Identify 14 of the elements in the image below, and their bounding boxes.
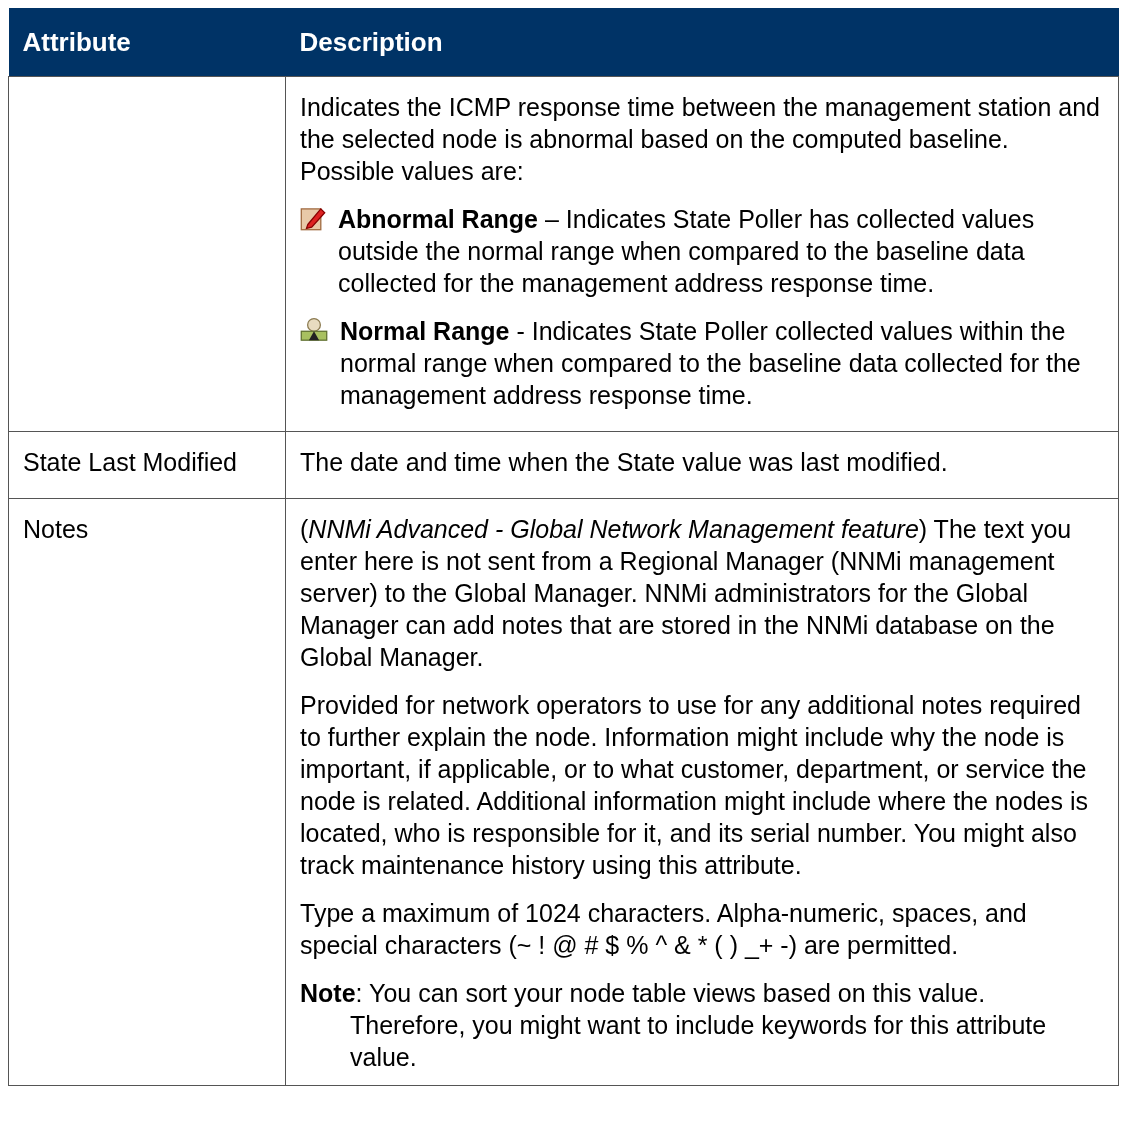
description-text: Indicates the ICMP response time between the management station and the selected node is abnormal based on the computed baseline. Possible values are: — [300, 92, 1101, 187]
description-text: Provided for network operators to use for any additional notes required to further explain the node. Information might include why the node is important, if applicable, or to what customer, department, or service the node is related. Additional information might include where the nodes is located, who is responsible for it, and its serial number. You might also track maintenance history using this attribute. — [300, 690, 1089, 881]
description-text: The date and time when the State value was last modified. — [300, 447, 949, 478]
description-text: Type a maximum of 1024 characters. Alpha-numeric, spaces, and special characters (~ ! @ # $ % ^ & * ( ) _+ -) are permitted. — [300, 898, 1028, 961]
gauge-icon — [300, 317, 328, 343]
description-text: (NNMi Advanced - Global Network Management feature) The text you enter here is not sent from a Regional Manager (NNMi management server) to the Global Manager. NNMi administrators for the Global Manager can add notes that are stored in the NNMi database on the Global Manager. — [300, 514, 1073, 673]
value-description: Normal Range - Indicates State Poller collected values within the normal range when compared to the baseline data collected for the management address response time. — [340, 316, 1082, 411]
attribute-name: State Last Modified — [23, 448, 237, 476]
pencil-icon — [300, 205, 326, 231]
note-text: Note: You can sort your node table views based on this value. Therefore, you might want to include keywords for this attribute value. — [300, 978, 1048, 1073]
column-header: Description — [285, 8, 1119, 77]
attribute-name: Notes — [23, 515, 89, 543]
value-description: Abnormal Range – Indicates State Poller has collected values outside the normal range when compared to the baseline data collected for the management address response time. — [338, 204, 1036, 299]
column-header: Attribute — [8, 8, 286, 77]
